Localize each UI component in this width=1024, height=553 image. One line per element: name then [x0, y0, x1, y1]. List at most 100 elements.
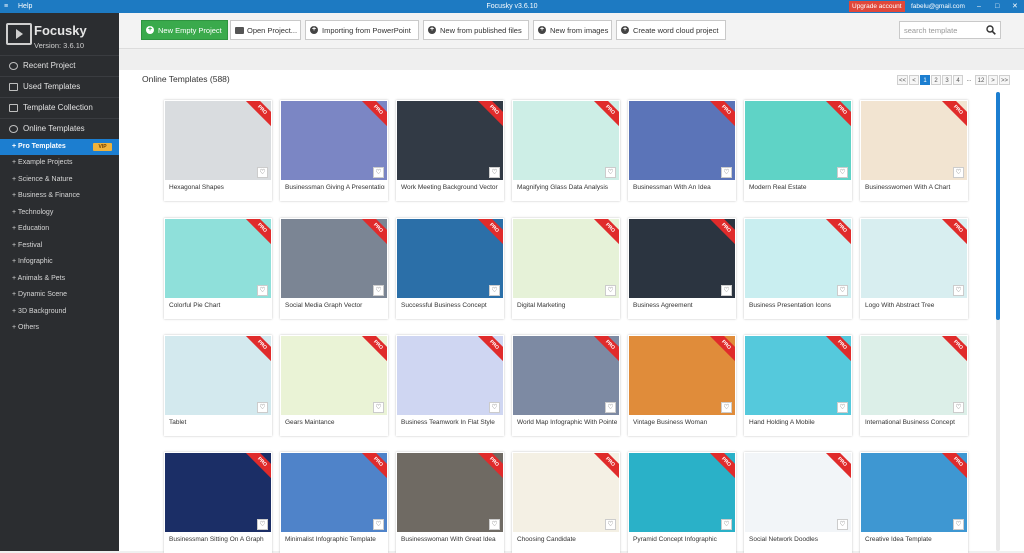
category-infographic[interactable]: + Infographic: [0, 254, 119, 270]
maximize-button[interactable]: □: [995, 0, 999, 13]
new-from-published-button[interactable]: + New from published files: [423, 20, 529, 40]
favorite-heart-icon[interactable]: ♡: [953, 167, 964, 178]
favorite-heart-icon[interactable]: ♡: [373, 167, 384, 178]
template-card[interactable]: PRO ♡ International Business Concept: [860, 335, 968, 436]
template-card[interactable]: PRO ♡ Colorful Pie Chart: [164, 218, 272, 319]
pager-first[interactable]: <<: [897, 75, 908, 85]
category-dynamic-scene[interactable]: + Dynamic Scene: [0, 287, 119, 303]
favorite-heart-icon[interactable]: ♡: [953, 402, 964, 413]
favorite-heart-icon[interactable]: ♡: [489, 167, 500, 178]
template-card[interactable]: PRO ♡ Digital Marketing: [512, 218, 620, 319]
template-card[interactable]: PRO ♡ Choosing Candidate: [512, 452, 620, 553]
search-input[interactable]: search template: [899, 21, 1001, 39]
template-thumbnail[interactable]: PRO ♡: [397, 101, 503, 180]
category-technology[interactable]: + Technology: [0, 205, 119, 221]
template-thumbnail[interactable]: PRO ♡: [281, 453, 387, 532]
template-thumbnail[interactable]: PRO ♡: [513, 453, 619, 532]
template-card[interactable]: PRO ♡ Gears Maintance: [280, 335, 388, 436]
template-thumbnail[interactable]: PRO ♡: [629, 453, 735, 532]
template-thumbnail[interactable]: PRO ♡: [397, 336, 503, 415]
nav-template-collection[interactable]: Template Collection: [0, 97, 119, 117]
upgrade-account-button[interactable]: Upgrade account: [849, 1, 905, 12]
template-card[interactable]: PRO ♡ Businessman With An Idea: [628, 100, 736, 201]
favorite-heart-icon[interactable]: ♡: [837, 402, 848, 413]
category-pro-templates[interactable]: + Pro Templates VIP: [0, 139, 119, 155]
template-thumbnail[interactable]: PRO ♡: [629, 336, 735, 415]
favorite-heart-icon[interactable]: ♡: [721, 519, 732, 530]
favorite-heart-icon[interactable]: ♡: [605, 402, 616, 413]
template-card[interactable]: PRO ♡ Businesswomen With A Chart: [860, 100, 968, 201]
pager-prev[interactable]: <: [909, 75, 919, 85]
template-thumbnail[interactable]: PRO ♡: [745, 101, 851, 180]
template-thumbnail[interactable]: PRO ♡: [861, 101, 967, 180]
template-card[interactable]: PRO ♡ World Map Infographic With Pointe: [512, 335, 620, 436]
pager-page-1[interactable]: 1: [920, 75, 930, 85]
template-card[interactable]: PRO ♡ Hand Holding A Mobile: [744, 335, 852, 436]
open-project-button[interactable]: Open Project...: [230, 20, 301, 40]
template-card[interactable]: PRO ♡ Social Network Doodles: [744, 452, 852, 553]
template-thumbnail[interactable]: PRO ♡: [861, 453, 967, 532]
pager-page-12[interactable]: 12: [975, 75, 987, 85]
template-card[interactable]: PRO ♡ Social Media Graph Vector: [280, 218, 388, 319]
favorite-heart-icon[interactable]: ♡: [837, 167, 848, 178]
template-thumbnail[interactable]: PRO ♡: [281, 219, 387, 298]
template-thumbnail[interactable]: PRO ♡: [165, 219, 271, 298]
category-science-nature[interactable]: + Science & Nature: [0, 172, 119, 188]
category-animals-pets[interactable]: + Animals & Pets: [0, 271, 119, 287]
category-business-finance[interactable]: + Business & Finance: [0, 188, 119, 204]
template-thumbnail[interactable]: PRO ♡: [861, 336, 967, 415]
favorite-heart-icon[interactable]: ♡: [837, 285, 848, 296]
account-email[interactable]: fabelu@gmail.com: [911, 0, 965, 13]
pager-page-4[interactable]: 4: [953, 75, 963, 85]
import-powerpoint-button[interactable]: + Importing from PowerPoint: [305, 20, 419, 40]
template-thumbnail[interactable]: PRO ♡: [281, 101, 387, 180]
favorite-heart-icon[interactable]: ♡: [373, 285, 384, 296]
template-thumbnail[interactable]: PRO ♡: [281, 336, 387, 415]
category-festival[interactable]: + Festival: [0, 238, 119, 254]
template-card[interactable]: PRO ♡ Pyramid Concept Infographic: [628, 452, 736, 553]
template-thumbnail[interactable]: PRO ♡: [165, 453, 271, 532]
template-card[interactable]: PRO ♡ Magnifying Glass Data Analysis: [512, 100, 620, 201]
favorite-heart-icon[interactable]: ♡: [489, 285, 500, 296]
template-thumbnail[interactable]: PRO ♡: [397, 219, 503, 298]
favorite-heart-icon[interactable]: ♡: [837, 519, 848, 530]
pager-next[interactable]: >: [988, 75, 998, 85]
favorite-heart-icon[interactable]: ♡: [373, 402, 384, 413]
template-card[interactable]: PRO ♡ Creative Idea Template: [860, 452, 968, 553]
template-thumbnail[interactable]: PRO ♡: [165, 336, 271, 415]
template-card[interactable]: PRO ♡ Businessman Sitting On A Graph: [164, 452, 272, 553]
template-card[interactable]: PRO ♡ Business Teamwork In Flat Style: [396, 335, 504, 436]
minimize-button[interactable]: –: [977, 0, 981, 13]
template-thumbnail[interactable]: PRO ♡: [513, 336, 619, 415]
pager-last[interactable]: >>: [999, 75, 1010, 85]
template-card[interactable]: PRO ♡ Logo With Abstract Tree: [860, 218, 968, 319]
template-card[interactable]: PRO ♡ Business Agreement: [628, 218, 736, 319]
nav-recent-project[interactable]: Recent Project: [0, 55, 119, 75]
template-thumbnail[interactable]: PRO ♡: [513, 101, 619, 180]
favorite-heart-icon[interactable]: ♡: [489, 402, 500, 413]
template-thumbnail[interactable]: PRO ♡: [861, 219, 967, 298]
template-thumbnail[interactable]: PRO ♡: [629, 101, 735, 180]
favorite-heart-icon[interactable]: ♡: [953, 519, 964, 530]
favorite-heart-icon[interactable]: ♡: [605, 519, 616, 530]
template-card[interactable]: PRO ♡ Minimalist Infographic Template: [280, 452, 388, 553]
category-education[interactable]: + Education: [0, 221, 119, 237]
nav-online-templates[interactable]: Online Templates: [0, 118, 119, 138]
template-card[interactable]: PRO ♡ Successful Business Concept: [396, 218, 504, 319]
favorite-heart-icon[interactable]: ♡: [605, 285, 616, 296]
favorite-heart-icon[interactable]: ♡: [953, 285, 964, 296]
template-card[interactable]: PRO ♡ Work Meeting Background Vector: [396, 100, 504, 201]
template-thumbnail[interactable]: PRO ♡: [165, 101, 271, 180]
template-thumbnail[interactable]: PRO ♡: [513, 219, 619, 298]
favorite-heart-icon[interactable]: ♡: [721, 285, 732, 296]
word-cloud-project-button[interactable]: + Create word cloud project: [616, 20, 726, 40]
favorite-heart-icon[interactable]: ♡: [257, 285, 268, 296]
new-empty-project-button[interactable]: + New Empty Project: [141, 20, 228, 40]
template-card[interactable]: PRO ♡ Business Presentation Icons: [744, 218, 852, 319]
template-thumbnail[interactable]: PRO ♡: [629, 219, 735, 298]
template-thumbnail[interactable]: PRO ♡: [745, 219, 851, 298]
favorite-heart-icon[interactable]: ♡: [721, 167, 732, 178]
pager-page-3[interactable]: 3: [942, 75, 952, 85]
template-thumbnail[interactable]: PRO ♡: [745, 453, 851, 532]
template-thumbnail[interactable]: PRO ♡: [745, 336, 851, 415]
